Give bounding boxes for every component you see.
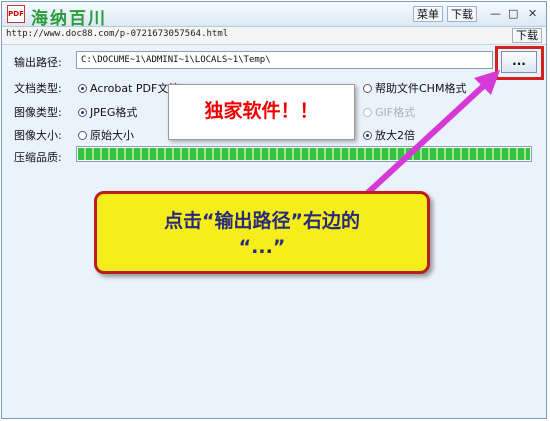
radio-gif: GIF格式 xyxy=(363,104,415,120)
url-download-button[interactable]: 下载 xyxy=(512,28,542,43)
radio-zoom-2x[interactable]: 放大2倍 xyxy=(363,127,415,143)
radio-dot xyxy=(363,131,372,140)
radio-dot xyxy=(78,131,87,140)
radio-gif-label: GIF格式 xyxy=(375,106,416,119)
restore-icon[interactable]: □ xyxy=(508,7,518,20)
radio-zoom-2x-label: 放大2倍 xyxy=(375,129,415,142)
radio-dot xyxy=(363,108,372,117)
title-bar: 海纳百川 菜单 下载 — □ ✕ xyxy=(2,2,546,29)
promo-overlay: 独家软件！！ xyxy=(168,84,355,140)
quality-label: 压缩品质: xyxy=(14,151,62,164)
browse-highlight-frame xyxy=(495,46,544,80)
close-icon[interactable]: ✕ xyxy=(528,7,537,20)
minimize-icon[interactable]: — xyxy=(490,7,501,20)
radio-dot xyxy=(78,108,87,117)
radio-acrobat-pdf[interactable]: Acrobat PDF文档 xyxy=(78,80,179,96)
radio-original-size-label: 原始大小 xyxy=(90,129,134,142)
radio-dot xyxy=(363,84,372,93)
image-type-label: 图像类型: xyxy=(14,106,62,119)
app-title: 海纳百川 xyxy=(31,9,107,29)
callout-line-2: “...” xyxy=(238,236,286,258)
download-button[interactable]: 下载 xyxy=(447,6,477,22)
radio-chm-label: 帮助文件CHM格式 xyxy=(375,82,467,95)
radio-acrobat-pdf-label: Acrobat PDF文档 xyxy=(90,82,180,95)
quality-fill xyxy=(78,148,530,160)
radio-dot xyxy=(78,84,87,93)
image-size-label: 图像大小: xyxy=(14,129,62,142)
menu-button[interactable]: 菜单 xyxy=(413,6,443,22)
url-text: http://www.doc88.com/p-0721673057564.htm… xyxy=(6,29,229,39)
instruction-callout: 点击“输出路径”右边的 “...” xyxy=(94,191,430,274)
output-path-label: 输出路径: xyxy=(14,56,62,69)
output-path-field[interactable]: C:\DOCUME~1\ADMINI~1\LOCALS~1\Temp\ xyxy=(76,51,493,69)
radio-chm[interactable]: 帮助文件CHM格式 xyxy=(363,80,466,96)
quality-slider[interactable] xyxy=(76,146,532,162)
radio-original-size[interactable]: 原始大小 xyxy=(78,127,134,143)
radio-jpeg[interactable]: JPEG格式 xyxy=(78,104,137,120)
radio-jpeg-label: JPEG格式 xyxy=(90,106,138,119)
callout-line-1: 点击“输出路径”右边的 xyxy=(164,210,360,232)
doc-type-label: 文档类型: xyxy=(14,82,62,95)
pdf-app-icon xyxy=(7,5,25,23)
url-bar: http://www.doc88.com/p-0721673057564.htm… xyxy=(2,27,546,45)
